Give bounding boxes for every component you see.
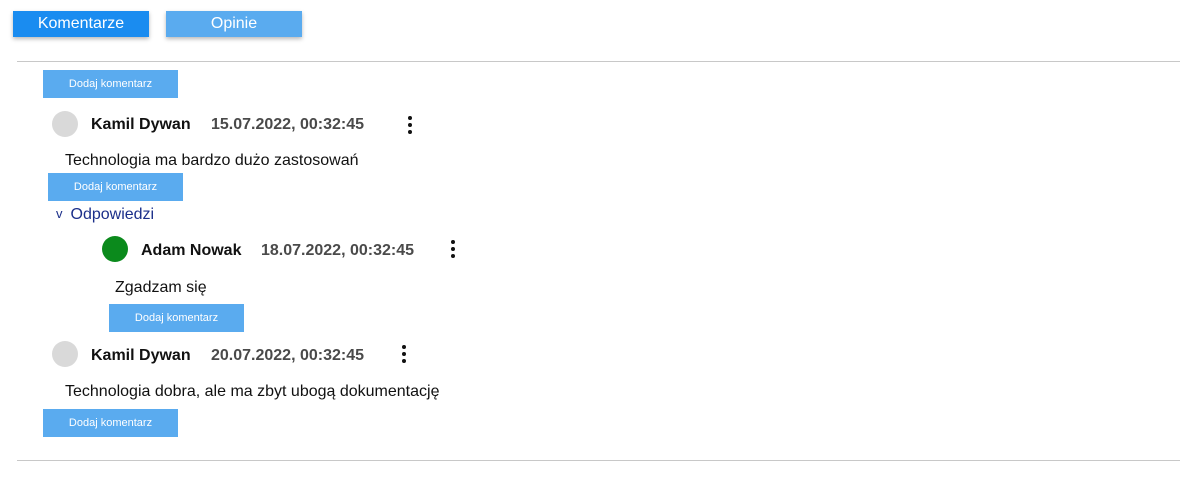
top-divider (17, 61, 1180, 62)
comment-timestamp: 20.07.2022, 00:32:45 (211, 347, 365, 364)
comment-text: Technologia dobra, ale ma zbyt ubogą dok… (65, 383, 440, 400)
more-vertical-icon[interactable] (403, 114, 417, 136)
reply-button[interactable]: Dodaj komentarz (43, 409, 178, 437)
avatar (102, 236, 128, 262)
comment-timestamp: 15.07.2022, 00:32:45 (211, 116, 365, 133)
more-vertical-icon[interactable] (397, 343, 411, 365)
add-comment-button[interactable]: Dodaj komentarz (43, 70, 178, 98)
avatar (52, 341, 78, 367)
replies-toggle-label: Odpowiedzi (70, 206, 155, 223)
replies-toggle[interactable]: v Odpowiedzi (56, 206, 154, 224)
bottom-divider (17, 460, 1180, 461)
more-vertical-icon[interactable] (446, 238, 460, 260)
comments-page: Komentarze Opinie Dodaj komentarz Kamil … (0, 0, 1180, 477)
reply-button[interactable]: Dodaj komentarz (48, 173, 183, 201)
tab-komentarze[interactable]: Komentarze (13, 11, 149, 37)
reply-author: Adam Nowak (141, 242, 242, 259)
reply-text: Zgadzam się (115, 279, 207, 296)
avatar (52, 111, 78, 137)
comment-text: Technologia ma bardzo dużo zastosowań (65, 152, 359, 169)
reply-button[interactable]: Dodaj komentarz (109, 304, 244, 332)
tab-opinie[interactable]: Opinie (166, 11, 302, 37)
reply-timestamp: 18.07.2022, 00:32:45 (261, 242, 415, 259)
chevron-down-icon: v (56, 206, 63, 221)
comment-author: Kamil Dywan (91, 347, 191, 364)
comment-author: Kamil Dywan (91, 116, 191, 133)
